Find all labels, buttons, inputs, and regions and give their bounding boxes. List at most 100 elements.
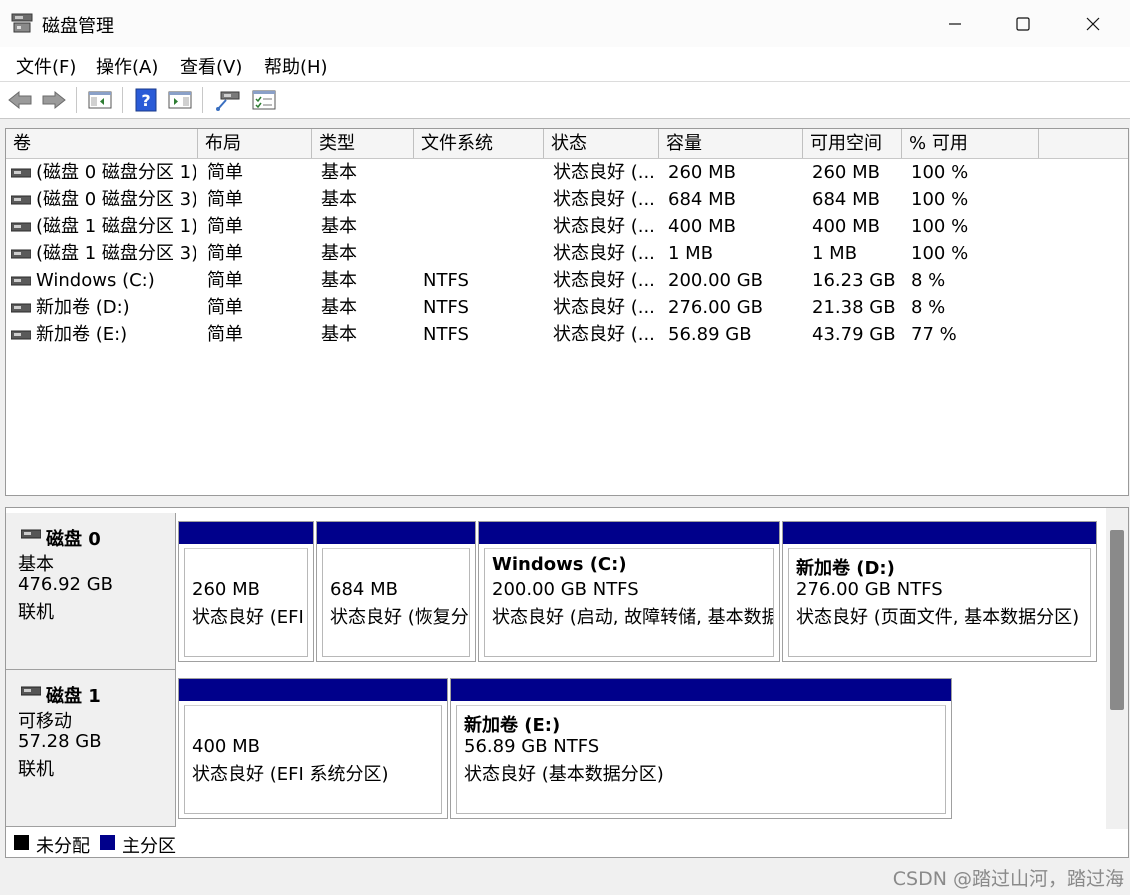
partition-body: 400 MB 状态良好 (EFI 系统分区): [184, 705, 442, 814]
back-button[interactable]: [6, 87, 34, 113]
volume-layout: 简单: [207, 216, 243, 237]
volume-row[interactable]: 新加卷 (E:) 简单 基本 NTFS 状态良好 (... 56.89 GB 43.79 G…: [6, 321, 1128, 348]
menu-help[interactable]: 帮助(H): [264, 53, 328, 79]
partition-bar: [479, 522, 779, 544]
volume-name: (磁盘 0 磁盘分区 1): [36, 162, 196, 183]
help-icon: ?: [135, 88, 157, 112]
volume-row[interactable]: 新加卷 (D:) 简单 基本 NTFS 状态良好 (... 276.00 GB 21.38 …: [6, 294, 1128, 321]
close-button[interactable]: [1058, 0, 1128, 47]
partition-size: 56.89 GB NTFS: [464, 736, 600, 757]
toolbar: ?: [0, 82, 1130, 119]
minimize-button[interactable]: [920, 0, 990, 47]
disk-management-icon: [11, 13, 33, 33]
disk-map: 磁盘 0 基本 476.92 GB 联机 260 MB 状态良好 (EFI 系统…: [5, 507, 1129, 830]
volume-icon: [11, 330, 31, 340]
partition-body: 新加卷 (D:) 276.00 GB NTFS 状态良好 (页面文件, 基本数据…: [788, 548, 1091, 657]
partition-bar: [451, 679, 951, 701]
volume-name: 新加卷 (E:): [36, 324, 128, 345]
volume-row[interactable]: Windows (C:) 简单 基本 NTFS 状态良好 (... 200.00 GB 16…: [6, 267, 1128, 294]
volume-name: (磁盘 1 磁盘分区 1): [36, 216, 196, 237]
disk-1-partition-new-volume-e[interactable]: 新加卷 (E:) 56.89 GB NTFS 状态良好 (基本数据分区): [450, 678, 952, 819]
volume-row[interactable]: (磁盘 1 磁盘分区 3) 简单 基本 状态良好 (... 1 MB 1 MB 100 %: [6, 240, 1128, 267]
partition-body: 新加卷 (E:) 56.89 GB NTFS 状态良好 (基本数据分区): [456, 705, 946, 814]
legend-label-unallocated: 未分配: [36, 836, 90, 857]
watermark: CSDN @踏过山河，踏过海: [892, 868, 1124, 890]
partition-name: 新加卷 (D:): [796, 558, 895, 579]
connect-disk-button[interactable]: [214, 87, 242, 113]
disk-1-kind: 可移动: [18, 711, 72, 732]
column-header-type[interactable]: 类型: [312, 129, 414, 158]
status-bar: CSDN @踏过山河，踏过海: [0, 860, 1130, 895]
column-header-capacity[interactable]: 容量: [659, 129, 803, 158]
volume-filesystem: NTFS: [423, 324, 469, 345]
volume-row[interactable]: (磁盘 0 磁盘分区 3) 简单 基本 状态良好 (... 684 MB 684 MB 10…: [6, 186, 1128, 213]
volume-layout: 简单: [207, 297, 243, 318]
menu-view[interactable]: 查看(V): [180, 53, 242, 79]
window-title: 磁盘管理: [42, 16, 114, 37]
volume-icon: [11, 168, 31, 178]
disk-0-partition-new-volume-d[interactable]: 新加卷 (D:) 276.00 GB NTFS 状态良好 (页面文件, 基本数据…: [782, 521, 1097, 662]
volume-row[interactable]: (磁盘 1 磁盘分区 1) 简单 基本 状态良好 (... 400 MB 400 MB 10…: [6, 213, 1128, 240]
volume-percent-free: 8 %: [911, 270, 946, 291]
menu-action[interactable]: 操作(A): [96, 53, 158, 79]
partition-bar: [179, 679, 447, 701]
column-header-status[interactable]: 状态: [544, 129, 659, 158]
properties-button[interactable]: [250, 87, 278, 113]
volume-free-space: 21.38 GB: [812, 297, 896, 318]
disk-1-state: 联机: [18, 759, 54, 780]
volume-row[interactable]: (磁盘 0 磁盘分区 1) 简单 基本 状态良好 (... 260 MB 260 MB 10…: [6, 159, 1128, 186]
legend-swatch-unallocated: [14, 835, 29, 850]
volume-percent-free: 100 %: [911, 243, 969, 264]
volume-status: 状态良好 (...: [553, 189, 655, 210]
volume-type: 基本: [321, 243, 357, 264]
toolbar-separator: [122, 87, 123, 113]
volume-percent-free: 100 %: [911, 216, 969, 237]
forward-button[interactable]: [40, 87, 68, 113]
disk-0-label[interactable]: 磁盘 0 基本 476.92 GB 联机: [6, 513, 176, 670]
svg-text:?: ?: [141, 91, 150, 110]
volume-free-space: 400 MB: [812, 216, 880, 237]
disk-0-partition-3[interactable]: 684 MB 状态良好 (恢复分区): [316, 521, 476, 662]
disk-0-partition-1[interactable]: 260 MB 状态良好 (EFI 系统分区): [178, 521, 314, 662]
disk-0-name: 磁盘 0: [46, 529, 101, 550]
column-header-free-space[interactable]: 可用空间: [803, 129, 902, 158]
column-header-filesystem[interactable]: 文件系统: [414, 129, 544, 158]
volume-percent-free: 8 %: [911, 297, 946, 318]
volume-free-space: 1 MB: [812, 243, 858, 264]
volume-type: 基本: [321, 297, 357, 318]
volume-layout: 简单: [207, 162, 243, 183]
volume-icon: [11, 249, 31, 259]
disk-map-scrollbar[interactable]: [1106, 508, 1128, 829]
show-action-pane-button[interactable]: [166, 87, 194, 113]
console-tree-button[interactable]: [86, 87, 114, 113]
volume-name: Windows (C:): [36, 270, 155, 291]
menu-bar: 文件(F) 操作(A) 查看(V) 帮助(H): [0, 47, 1130, 82]
connect-disk-icon: [216, 91, 240, 111]
column-header-layout[interactable]: 布局: [198, 129, 312, 158]
volume-type: 基本: [321, 270, 357, 291]
volume-status: 状态良好 (...: [553, 297, 655, 318]
maximize-button[interactable]: [988, 0, 1058, 47]
disk-0-partition-windows-c[interactable]: Windows (C:) 200.00 GB NTFS 状态良好 (启动, 故障…: [478, 521, 780, 662]
volume-capacity: 1 MB: [668, 243, 714, 264]
disk-management-window: 磁盘管理 文件(F) 操作(A) 查看(V) 帮助(H) ? 卷 布局 类型 文…: [0, 0, 1130, 895]
volume-capacity: 56.89 GB: [668, 324, 752, 345]
forward-arrow-icon: [42, 90, 66, 110]
column-header-percent-free[interactable]: % 可用: [902, 129, 1039, 158]
back-arrow-icon: [8, 90, 32, 110]
minimize-icon: [949, 22, 961, 25]
disk-1-partition-1[interactable]: 400 MB 状态良好 (EFI 系统分区): [178, 678, 448, 819]
volume-layout: 简单: [207, 270, 243, 291]
menu-file[interactable]: 文件(F): [16, 53, 76, 79]
volume-type: 基本: [321, 324, 357, 345]
partition-body: 260 MB 状态良好 (EFI 系统分区): [184, 548, 308, 657]
volume-list[interactable]: 卷 布局 类型 文件系统 状态 容量 可用空间 % 可用 (磁盘 0 磁盘分区 …: [5, 128, 1129, 496]
pane-splitter[interactable]: [0, 496, 1130, 506]
disk-1-label[interactable]: 磁盘 1 可移动 57.28 GB 联机: [6, 670, 176, 827]
volume-percent-free: 100 %: [911, 189, 969, 210]
column-header-volume[interactable]: 卷: [6, 129, 198, 158]
volume-status: 状态良好 (...: [553, 243, 655, 264]
disk-0-kind: 基本: [18, 554, 54, 575]
scrollbar-thumb[interactable]: [1110, 530, 1124, 710]
help-button[interactable]: ?: [132, 87, 160, 113]
